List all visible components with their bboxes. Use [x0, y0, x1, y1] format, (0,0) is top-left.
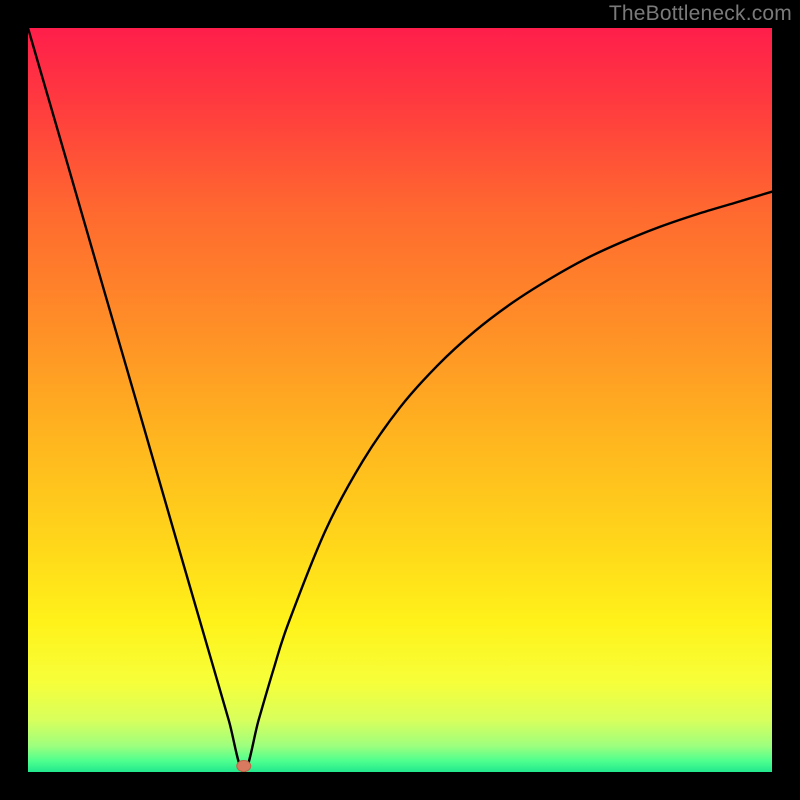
plot-background [28, 28, 772, 772]
watermark-text: TheBottleneck.com [609, 2, 792, 26]
bottleneck-chart [0, 0, 800, 800]
optimum-marker [237, 761, 251, 772]
chart-frame: { "watermark": "TheBottleneck.com", "col… [0, 0, 800, 800]
